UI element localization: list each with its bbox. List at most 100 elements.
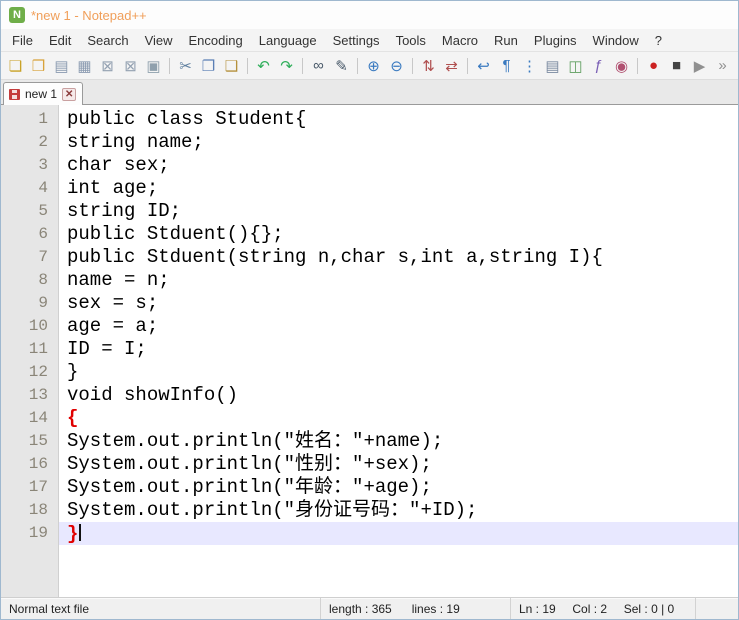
indent-guide-icon[interactable]: ⋮ <box>519 55 540 76</box>
sync-horizontal-scroll-icon[interactable]: ⇄ <box>441 55 462 76</box>
define-language-icon[interactable]: ▤ <box>542 55 563 76</box>
open-file-icon[interactable]: ❒ <box>28 55 49 76</box>
line-number-3[interactable]: 3 <box>1 154 48 177</box>
code-line-7[interactable]: public Stduent(string n,char s,int a,str… <box>59 246 738 269</box>
code-line-3[interactable]: char sex; <box>59 154 738 177</box>
status-bar: Normal text file length : 365 lines : 19… <box>1 597 738 619</box>
line-number-5[interactable]: 5 <box>1 200 48 223</box>
editor[interactable]: 1 2 3 4 5 6 7 8 9 10 11 12 13 14 15 16 17 18 19 public cla… <box>1 105 738 597</box>
line-number-11[interactable]: 11 <box>1 338 48 361</box>
line-number-2[interactable]: 2 <box>1 131 48 154</box>
code-line-17[interactable]: System.out.println("年龄："+age); <box>59 476 738 499</box>
status-length-lines: length : 365 lines : 19 <box>321 598 511 619</box>
code-line-13[interactable]: void showInfo() <box>59 384 738 407</box>
matched-brace: { <box>67 407 79 429</box>
print-icon[interactable]: ▣ <box>143 55 164 76</box>
line-number-13[interactable]: 13 <box>1 384 48 407</box>
undo-icon[interactable]: ↶ <box>253 55 274 76</box>
line-number-15[interactable]: 15 <box>1 430 48 453</box>
menu-run[interactable]: Run <box>486 30 526 51</box>
line-number-7[interactable]: 7 <box>1 246 48 269</box>
code-line-10[interactable]: age = a; <box>59 315 738 338</box>
line-number-1[interactable]: 1 <box>1 108 48 131</box>
save-all-icon[interactable]: ▦ <box>74 55 95 76</box>
stop-macro-icon[interactable]: ■ <box>666 55 687 76</box>
line-number-14[interactable]: 14 <box>1 407 48 430</box>
paste-icon[interactable]: ❑ <box>221 55 242 76</box>
new-file-icon[interactable]: ❏ <box>5 55 26 76</box>
line-number-19[interactable]: 19 <box>1 522 48 545</box>
record-macro-icon[interactable]: ● <box>643 55 664 76</box>
menu-view[interactable]: View <box>137 30 181 51</box>
line-number-12[interactable]: 12 <box>1 361 48 384</box>
menu-file[interactable]: File <box>4 30 41 51</box>
line-number-6[interactable]: 6 <box>1 223 48 246</box>
code-text: System.out.println("身份证号码："+ID); <box>67 499 478 521</box>
code-line-4[interactable]: int age; <box>59 177 738 200</box>
menu-language[interactable]: Language <box>251 30 325 51</box>
code-line-14[interactable]: { <box>59 407 738 430</box>
code-line-11[interactable]: ID = I; <box>59 338 738 361</box>
toolbar-separator <box>467 57 468 74</box>
close-file-icon[interactable]: ⊠ <box>97 55 118 76</box>
code-line-18[interactable]: System.out.println("身份证号码："+ID); <box>59 499 738 522</box>
code-area[interactable]: public class Student{string name; char se… <box>59 105 738 597</box>
line-number-18[interactable]: 18 <box>1 499 48 522</box>
line-number-8[interactable]: 8 <box>1 269 48 292</box>
code-text: public Stduent(string n,char s,int a,str… <box>67 246 603 268</box>
copy-icon[interactable]: ❐ <box>198 55 219 76</box>
sync-vertical-scroll-icon[interactable]: ⇅ <box>418 55 439 76</box>
line-number-9[interactable]: 9 <box>1 292 48 315</box>
code-text: public Stduent(){}; <box>67 223 284 245</box>
line-number-4[interactable]: 4 <box>1 177 48 200</box>
save-file-icon[interactable]: ▤ <box>51 55 72 76</box>
line-number-17[interactable]: 17 <box>1 476 48 499</box>
monitoring-icon[interactable]: ◉ <box>611 55 632 76</box>
code-line-6[interactable]: public Stduent(){}; <box>59 223 738 246</box>
code-line-9[interactable]: sex = s; <box>59 292 738 315</box>
zoom-in-icon[interactable]: ⊕ <box>363 55 384 76</box>
menu-bar: File Edit Search View Encoding Language Settin… <box>1 29 738 51</box>
word-wrap-icon[interactable]: ↩ <box>473 55 494 76</box>
playback-macro-icon[interactable]: ▶ <box>689 55 710 76</box>
menu-encoding[interactable]: Encoding <box>181 30 251 51</box>
cut-icon[interactable]: ✂ <box>175 55 196 76</box>
menu-search[interactable]: Search <box>79 30 136 51</box>
redo-icon[interactable]: ↷ <box>276 55 297 76</box>
code-line-5[interactable]: string ID; <box>59 200 738 223</box>
menu-window[interactable]: Window <box>585 30 647 51</box>
line-number-10[interactable]: 10 <box>1 315 48 338</box>
code-text: string name; <box>67 131 204 153</box>
tab-close-icon[interactable]: ✕ <box>62 87 77 101</box>
code-line-1[interactable]: public class Student{ <box>59 108 738 131</box>
tab-new-1[interactable]: new 1 ✕ <box>3 82 84 105</box>
line-number-16[interactable]: 16 <box>1 453 48 476</box>
code-line-12[interactable]: } <box>59 361 738 384</box>
find-icon[interactable]: ∞ <box>308 55 329 76</box>
zoom-out-icon[interactable]: ⊖ <box>386 55 407 76</box>
show-all-characters-icon[interactable]: ¶ <box>496 55 517 76</box>
matched-brace: } <box>67 523 79 545</box>
function-list-icon[interactable]: ƒ <box>588 55 609 76</box>
run-macro-multiple-icon[interactable]: » <box>712 55 733 76</box>
toolbar: ❏ ❒ ▤ ▦ ⊠ ⊠ ▣ ✂ ❐ ❑ ↶ ↷ ∞ ✎ ⊕ ⊖ ⇅ ⇄ ↩ ¶ ⋮ ▤ ◫ ƒ ◉ ● ■ ▶» <box>1 51 738 80</box>
menu-help[interactable]: ? <box>647 30 670 51</box>
code-text: } <box>67 361 79 383</box>
code-line-19[interactable]: } <box>59 522 738 545</box>
close-all-icon[interactable]: ⊠ <box>120 55 141 76</box>
code-text: void showInfo() <box>67 384 239 406</box>
menu-edit[interactable]: Edit <box>41 30 79 51</box>
code-line-16[interactable]: System.out.println("性别："+sex); <box>59 453 738 476</box>
code-line-2[interactable]: string name; <box>59 131 738 154</box>
code-line-15[interactable]: System.out.println("姓名："+name); <box>59 430 738 453</box>
menu-macro[interactable]: Macro <box>434 30 486 51</box>
code-line-8[interactable]: name = n; <box>59 269 738 292</box>
toolbar-separator <box>169 57 170 74</box>
code-text: ID = I; <box>67 338 147 360</box>
menu-plugins[interactable]: Plugins <box>526 30 585 51</box>
menu-settings[interactable]: Settings <box>325 30 388 51</box>
code-text: int age; <box>67 177 159 199</box>
menu-tools[interactable]: Tools <box>388 30 434 51</box>
replace-icon[interactable]: ✎ <box>331 55 352 76</box>
document-map-icon[interactable]: ◫ <box>565 55 586 76</box>
